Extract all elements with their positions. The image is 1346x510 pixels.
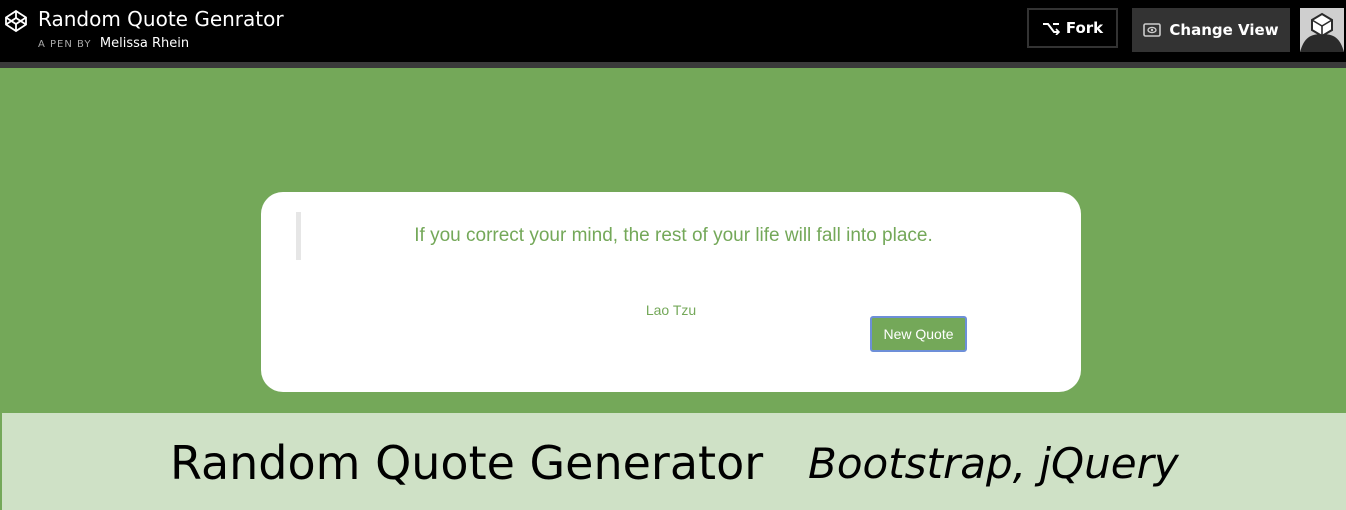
new-quote-button[interactable]: New Quote — [870, 316, 967, 352]
author-link[interactable]: Melissa Rhein — [100, 36, 189, 51]
banner-title: Random Quote Generator — [170, 436, 764, 490]
banner-tech-stack: Bootstrap, jQuery — [808, 439, 1179, 488]
eye-icon — [1143, 23, 1162, 37]
change-view-button[interactable]: Change View — [1132, 8, 1290, 52]
header-divider — [0, 62, 1346, 68]
fork-button[interactable]: Fork — [1027, 8, 1118, 48]
quote-text: If you correct your mind, the rest of yo… — [414, 225, 933, 246]
quote-card: If you correct your mind, the rest of yo… — [261, 192, 1081, 392]
codepen-header: Random Quote Genrator A PEN BY Melissa R… — [0, 0, 1346, 62]
caption-banner: Random Quote Generator Bootstrap, jQuery — [2, 413, 1346, 510]
change-view-label: Change View — [1169, 21, 1279, 39]
fork-icon — [1042, 23, 1060, 35]
avatar-image — [1300, 8, 1344, 52]
fork-label: Fork — [1065, 19, 1104, 37]
pen-byline: A PEN BY Melissa Rhein — [38, 35, 189, 53]
codepen-icon[interactable] — [4, 9, 28, 33]
pen-title: Random Quote Genrator — [38, 7, 284, 31]
pen-by-prefix: A PEN BY — [38, 39, 92, 50]
user-avatar-icon[interactable] — [1300, 8, 1344, 52]
quote-author: Lao Tzu — [645, 302, 697, 318]
